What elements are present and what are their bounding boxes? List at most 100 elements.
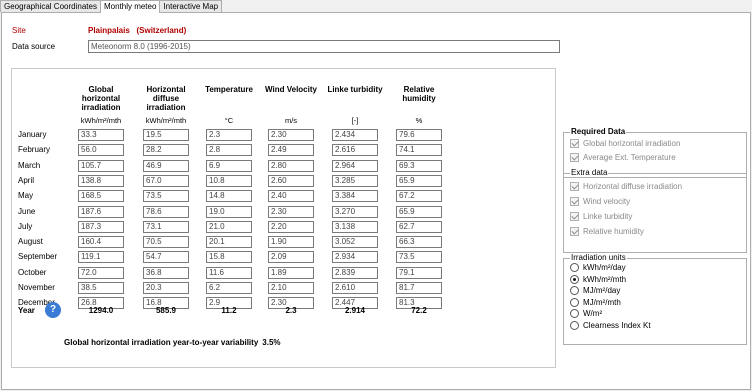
table-cell[interactable]: 2.20 [268, 220, 314, 233]
table-cell[interactable]: 19.5 [143, 129, 189, 141]
month-label: November [18, 283, 55, 292]
table-cell[interactable]: 2.839 [332, 266, 378, 279]
column-unit: kWh/m²/mth [80, 116, 122, 125]
table-cell[interactable]: 74.1 [396, 144, 442, 157]
table-cell[interactable]: 2.3 [206, 129, 252, 141]
table-cell[interactable]: 2.610 [332, 282, 378, 294]
table-cell[interactable]: 65.9 [396, 174, 442, 187]
table-cell[interactable]: 33.3 [78, 129, 124, 141]
tab-geographical-coordinates[interactable]: Geographical Coordinates [0, 0, 101, 12]
irradiation-units-title: Irradiation units [570, 253, 627, 262]
checkbox-linke-turbidity[interactable]: Linke turbidity [570, 212, 632, 221]
table-cell[interactable]: 6.2 [206, 282, 252, 294]
table-cell[interactable]: 38.5 [78, 282, 124, 294]
table-cell[interactable]: 11.6 [206, 266, 252, 279]
table-cell[interactable]: 14.8 [206, 190, 252, 203]
tab-monthly-meteo[interactable]: Monthly meteo [99, 0, 161, 13]
table-cell[interactable]: 79.1 [396, 266, 442, 279]
checkbox-global-horizontal[interactable]: Global horizontal irradiation [570, 139, 680, 148]
table-cell[interactable]: 2.30 [268, 129, 314, 141]
table-cell[interactable]: 2.09 [268, 251, 314, 264]
table-cell[interactable]: 15.8 [206, 251, 252, 264]
table-cell[interactable]: 67.0 [143, 174, 189, 187]
month-label: February [18, 145, 51, 155]
table-cell[interactable]: 119.1 [78, 251, 124, 264]
table-cell[interactable]: 67.2 [396, 190, 442, 203]
radio-irradiation-unit[interactable]: Clearness Index Kt [570, 320, 651, 330]
table-cell[interactable]: 62.7 [396, 220, 442, 233]
table-cell[interactable]: 19.0 [206, 205, 252, 218]
table-cell[interactable]: 21.0 [206, 220, 252, 233]
table-cell[interactable]: 3.138 [332, 220, 378, 233]
table-cell[interactable]: 138.8 [78, 174, 124, 187]
checkbox-label: Wind velocity [583, 197, 631, 206]
table-cell[interactable]: 2.434 [332, 129, 378, 141]
table-cell[interactable]: 2.80 [268, 159, 314, 172]
table-cell[interactable]: 2.60 [268, 174, 314, 187]
month-label: August [18, 237, 43, 247]
table-cell[interactable]: 73.5 [396, 251, 442, 264]
table-cell[interactable]: 65.9 [396, 205, 442, 218]
radio-irradiation-unit[interactable]: W/m² [570, 309, 602, 318]
table-cell[interactable]: 70.5 [143, 236, 189, 249]
table-cell[interactable]: 187.3 [78, 220, 124, 233]
year-total-value: 585.9 [155, 306, 177, 315]
data-source-field[interactable]: Meteonorm 8.0 (1996-2015) [88, 40, 560, 53]
table-cell[interactable]: 2.8 [206, 144, 252, 157]
table-cell[interactable]: 69.3 [396, 159, 442, 172]
table-cell[interactable]: 79.6 [396, 129, 442, 141]
checkbox-average-ext-temperature[interactable]: Average Ext. Temperature [570, 153, 676, 162]
table-cell[interactable]: 81.7 [396, 282, 442, 294]
table-cell[interactable]: 2.616 [332, 144, 378, 157]
table-cell[interactable]: 187.6 [78, 205, 124, 218]
table-cell[interactable]: 3.285 [332, 174, 378, 187]
table-cell[interactable]: 160.4 [78, 236, 124, 249]
table-cell[interactable]: 10.8 [206, 174, 252, 187]
table-cell[interactable]: 2.10 [268, 282, 314, 294]
table-cell[interactable]: 2.964 [332, 159, 378, 172]
table-cell[interactable]: 66.3 [396, 236, 442, 249]
table-cell[interactable]: 72.0 [78, 266, 124, 279]
table-cell[interactable]: 3.052 [332, 236, 378, 249]
table-cell[interactable]: 105.7 [78, 159, 124, 172]
radio-irradiation-unit[interactable]: kWh/m²/day [570, 263, 626, 272]
table-cell[interactable]: 2.49 [268, 144, 314, 157]
table-cell[interactable]: 28.2 [143, 144, 189, 157]
radio-irradiation-unit[interactable]: MJ/m²/mth [570, 297, 621, 307]
table-cell[interactable]: 54.7 [143, 251, 189, 264]
checkbox-checked-icon [570, 153, 579, 162]
table-cell[interactable]: 1.89 [268, 266, 314, 279]
table-cell[interactable]: 168.5 [78, 190, 124, 203]
table-cell[interactable]: 78.6 [143, 205, 189, 218]
radio-irradiation-unit[interactable]: MJ/m²/day [570, 286, 620, 295]
column-unit: m/s [284, 116, 298, 125]
table-cell[interactable]: 20.3 [143, 282, 189, 294]
radio-button-icon [570, 297, 579, 307]
checkbox-horizontal-diffuse[interactable]: Horizontal diffuse irradiation [570, 182, 682, 191]
checkbox-relative-humidity[interactable]: Relative humidity [570, 227, 644, 236]
help-icon[interactable]: ? [45, 302, 61, 318]
table-cell[interactable]: 6.9 [206, 159, 252, 172]
table-cell[interactable]: 2.40 [268, 190, 314, 203]
table-cell[interactable]: 46.9 [143, 159, 189, 172]
radio-button-icon [570, 286, 579, 295]
radio-irradiation-unit[interactable]: kWh/m²/mth [570, 274, 626, 284]
table-cell[interactable]: 56.0 [78, 144, 124, 157]
year-total-value: 1294.0 [88, 306, 114, 315]
checkbox-label: Relative humidity [583, 227, 644, 236]
checkbox-label: Global horizontal irradiation [583, 139, 681, 148]
checkbox-checked-icon [570, 139, 579, 148]
table-cell[interactable]: 2.30 [268, 205, 314, 218]
table-cell[interactable]: 3.270 [332, 205, 378, 218]
radio-label: MJ/m²/day [583, 286, 621, 295]
table-cell[interactable]: 73.5 [143, 190, 189, 203]
table-cell[interactable]: 73.1 [143, 220, 189, 233]
table-cell[interactable]: 2.934 [332, 251, 378, 264]
tab-interactive-map[interactable]: Interactive Map [159, 0, 223, 12]
table-cell[interactable]: 3.384 [332, 190, 378, 203]
table-cell[interactable]: 20.1 [206, 236, 252, 249]
radio-label: Clearness Index Kt [583, 320, 651, 330]
table-cell[interactable]: 1.90 [268, 236, 314, 249]
table-cell[interactable]: 36.8 [143, 266, 189, 279]
checkbox-wind-velocity[interactable]: Wind velocity [570, 197, 630, 206]
